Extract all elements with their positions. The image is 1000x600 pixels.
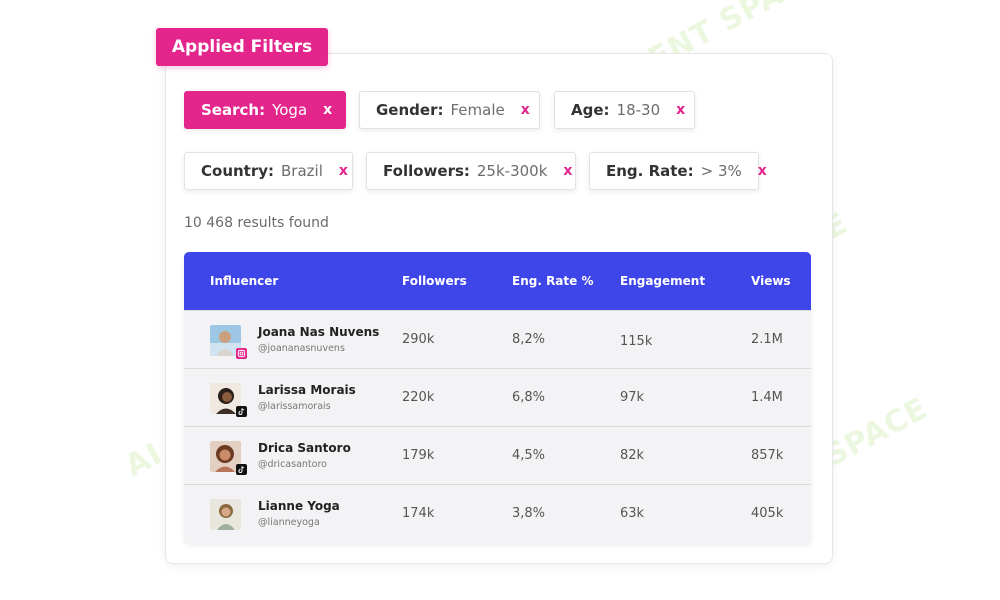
filter-value: Yoga: [272, 101, 308, 119]
influencer-handle: @joananasnuvens: [258, 343, 345, 354]
remove-filter-icon[interactable]: x: [339, 163, 348, 179]
engagement-cell: 115k: [620, 334, 653, 349]
influencer-name: Lianne Yoga: [258, 499, 340, 513]
influencer-name: Joana Nas Nuvens: [258, 325, 380, 339]
followers-cell: 220k: [402, 390, 435, 405]
column-header-followers[interactable]: Followers: [402, 274, 467, 288]
followers-cell: 179k: [402, 448, 435, 463]
filter-key: Eng. Rate:: [606, 162, 694, 180]
views-cell: 2.1M: [751, 332, 783, 347]
column-header-eng-rate[interactable]: Eng. Rate %: [512, 274, 593, 288]
filter-chip-followers[interactable]: Followers: 25k-300k x: [366, 152, 576, 190]
engagement-cell: 82k: [620, 448, 645, 463]
results-count: 10 468 results found: [184, 215, 329, 231]
tiktok-icon: [236, 406, 247, 417]
filter-key: Followers:: [383, 162, 470, 180]
remove-filter-icon[interactable]: x: [521, 102, 530, 118]
eng-rate-cell: 3,8%: [512, 506, 546, 521]
engagement-cell: 97k: [620, 390, 645, 405]
table-row[interactable]: Joana Nas Nuvens @joananasnuvens 290k 8,…: [184, 310, 811, 368]
column-header-engagement[interactable]: Engagement: [620, 274, 705, 288]
filter-chip-search[interactable]: Search: Yoga x: [184, 91, 346, 129]
influencer-name: Drica Santoro: [258, 441, 351, 455]
filter-key: Country:: [201, 162, 275, 180]
table-row[interactable]: Drica Santoro @dricasantoro 179k 4,5% 82…: [184, 426, 811, 484]
table-row[interactable]: Larissa Morais @larissamorais 220k 6,8% …: [184, 368, 811, 426]
eng-rate-cell: 4,5%: [512, 448, 546, 463]
applied-filters-title: Applied Filters: [156, 28, 328, 66]
followers-cell: 290k: [402, 332, 435, 347]
filter-key: Gender:: [376, 101, 444, 119]
remove-filter-icon[interactable]: x: [323, 102, 332, 118]
table-row[interactable]: Lianne Yoga @lianneyoga 174k 3,8% 63k 40…: [184, 484, 811, 544]
filter-key: Age:: [571, 101, 610, 119]
table-header: Influencer Followers Eng. Rate % Engagem…: [184, 252, 811, 310]
filter-value: > 3%: [700, 162, 742, 180]
column-header-views[interactable]: Views: [751, 274, 791, 288]
remove-filter-icon[interactable]: x: [758, 163, 767, 179]
influencer-handle: @lianneyoga: [258, 517, 320, 528]
instagram-icon: [236, 348, 247, 359]
filter-chip-gender[interactable]: Gender: Female x: [359, 91, 540, 129]
influencer-table: Influencer Followers Eng. Rate % Engagem…: [184, 252, 811, 544]
eng-rate-cell: 6,8%: [512, 390, 546, 405]
influencer-handle: @larissamorais: [258, 401, 331, 412]
views-cell: 405k: [751, 506, 784, 521]
followers-cell: 174k: [402, 506, 435, 521]
engagement-cell: 63k: [620, 506, 645, 521]
filter-value: Female: [450, 101, 505, 119]
filter-key: Search:: [201, 101, 266, 119]
avatar: [210, 499, 241, 530]
remove-filter-icon[interactable]: x: [676, 102, 685, 118]
filter-chip-country[interactable]: Country: Brazil x: [184, 152, 353, 190]
influencer-handle: @dricasantoro: [258, 459, 327, 470]
filter-value: 25k-300k: [476, 162, 548, 180]
filter-value: Brazil: [281, 162, 323, 180]
filter-chip-age[interactable]: Age: 18-30 x: [554, 91, 695, 129]
influencer-name: Larissa Morais: [258, 383, 356, 397]
filter-chip-eng-rate[interactable]: Eng. Rate: > 3% x: [589, 152, 767, 190]
filter-value: 18-30: [616, 101, 661, 119]
column-header-influencer[interactable]: Influencer: [210, 274, 278, 288]
views-cell: 1.4M: [751, 390, 783, 405]
views-cell: 857k: [751, 448, 784, 463]
remove-filter-icon[interactable]: x: [563, 163, 572, 179]
tiktok-icon: [236, 464, 247, 475]
eng-rate-cell: 8,2%: [512, 332, 546, 347]
